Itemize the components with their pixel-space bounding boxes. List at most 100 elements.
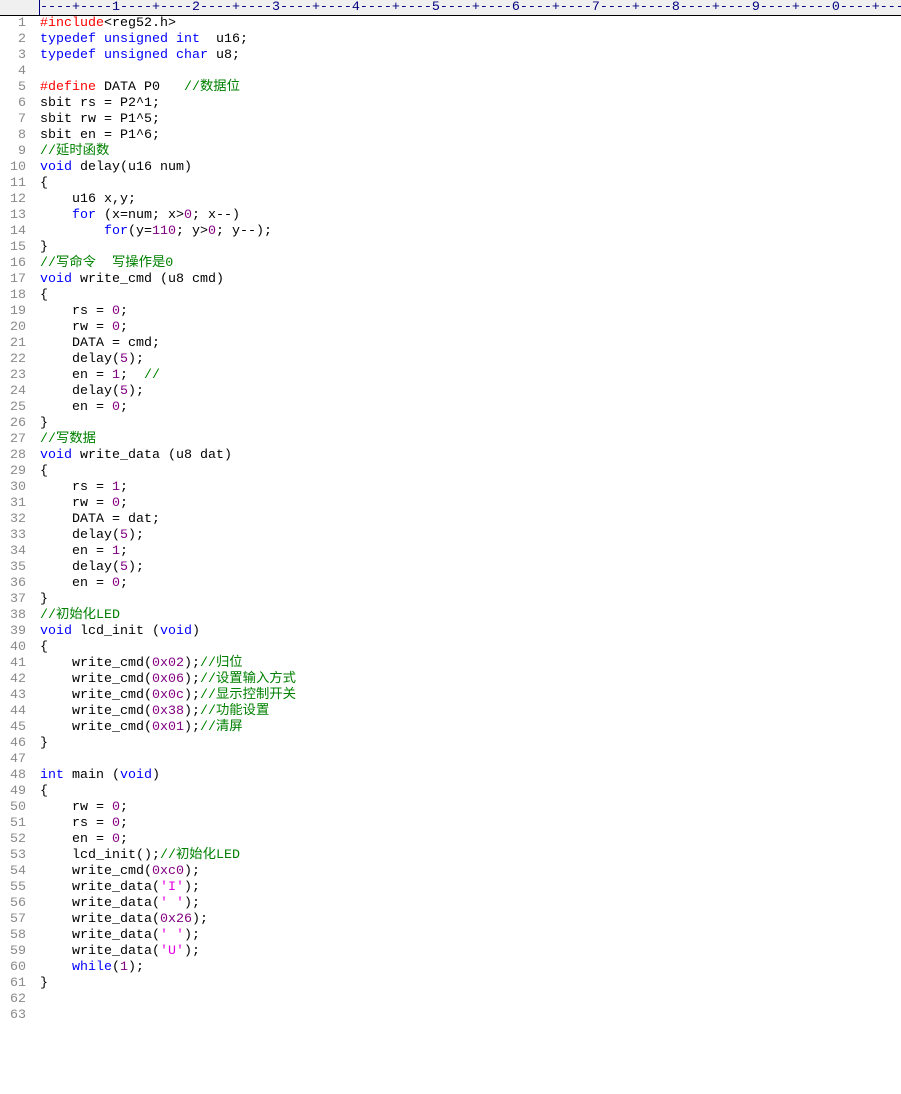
code-line[interactable]: 59 write_data('U');	[0, 944, 296, 960]
code-token: );	[183, 896, 200, 911]
code-line[interactable]: 22 delay(5);	[0, 352, 296, 368]
code-line[interactable]: 14 for(y=110; y>0; y--);	[0, 224, 296, 240]
code-line[interactable]: 28 void write_data (u8 dat)	[0, 448, 296, 464]
code-line[interactable]: 10 void delay(u16 num)	[0, 160, 296, 176]
line-number: 63	[10, 1008, 26, 1023]
line-number: 2	[18, 32, 26, 47]
code-line[interactable]: 29 {	[0, 464, 296, 480]
line-number: 40	[10, 640, 26, 655]
code-line[interactable]: 33 delay(5);	[0, 528, 296, 544]
code-line[interactable]: 19 rs = 0;	[0, 304, 296, 320]
code-line[interactable]: 39 void lcd_init (void)	[0, 624, 296, 640]
code-line[interactable]: 47	[0, 752, 296, 768]
code-token: write_cmd(	[40, 688, 152, 703]
code-line[interactable]: 2 typedef unsigned int u16;	[0, 32, 296, 48]
code-token: write_cmd(	[40, 864, 152, 879]
code-token: );	[127, 560, 144, 575]
code-line[interactable]: 12 u16 x,y;	[0, 192, 296, 208]
code-line[interactable]: 62	[0, 992, 296, 1008]
code-line[interactable]: 42 write_cmd(0x06);//设置输入方式	[0, 672, 296, 688]
code-line[interactable]: 45 write_cmd(0x01);//清屏	[0, 720, 296, 736]
code-line[interactable]: 21 DATA = cmd;	[0, 336, 296, 352]
code-token: #include	[40, 16, 104, 31]
code-line[interactable]: 25 en = 0;	[0, 400, 296, 416]
code-line[interactable]: 56 write_data(' ');	[0, 896, 296, 912]
code-token: write_data(	[40, 912, 160, 927]
line-number: 46	[10, 736, 26, 751]
line-number: 29	[10, 464, 26, 479]
code-token: //初始化LED	[40, 608, 120, 623]
code-line[interactable]: 46}	[0, 736, 296, 752]
code-line[interactable]: 34 en = 1;	[0, 544, 296, 560]
code-line[interactable]: 49 {	[0, 784, 296, 800]
code-token: write_data(	[40, 944, 160, 959]
code-line[interactable]: 44 write_cmd(0x38);//功能设置	[0, 704, 296, 720]
code-line[interactable]: 26}	[0, 416, 296, 432]
code-line[interactable]: 17 void write_cmd (u8 cmd)	[0, 272, 296, 288]
code-token: //	[143, 368, 160, 383]
code-token: //功能设置	[199, 704, 270, 719]
line-number: 24	[10, 384, 26, 399]
line-number: 59	[10, 944, 26, 959]
code-line[interactable]: 57 write_data(0x26);	[0, 912, 296, 928]
line-number: 51	[10, 816, 26, 831]
code-line[interactable]: 58 write_data(' ');	[0, 928, 296, 944]
code-line[interactable]: 53 lcd_init();//初始化LED	[0, 848, 296, 864]
code-line[interactable]: 11 {	[0, 176, 296, 192]
code-line[interactable]: 52 en = 0;	[0, 832, 296, 848]
code-token: ;	[119, 800, 128, 815]
code-line[interactable]: 48 int main (void)	[0, 768, 296, 784]
code-line[interactable]: 3 typedef unsigned char u8;	[0, 48, 296, 64]
code-token: );	[183, 880, 200, 895]
code-token: en =	[40, 544, 112, 559]
line-number: 33	[10, 528, 26, 543]
code-line[interactable]: 9 //延时函数	[0, 144, 296, 160]
code-line[interactable]: 8 sbit en = P1^6;	[0, 128, 296, 144]
code-token: {	[40, 176, 48, 191]
code-line[interactable]: 61}	[0, 976, 296, 992]
code-token: unsigned	[104, 48, 168, 63]
code-line[interactable]: 23 en = 1; //	[0, 368, 296, 384]
code-line[interactable]: 51 rs = 0;	[0, 816, 296, 832]
code-line[interactable]: 54 write_cmd(0xc0);	[0, 864, 296, 880]
code-line[interactable]: 32 DATA = dat;	[0, 512, 296, 528]
line-number: 23	[10, 368, 26, 383]
code-line[interactable]: 16 //写命令 写操作是0	[0, 256, 296, 272]
code-token: unsigned	[104, 32, 168, 47]
line-number: 25	[10, 400, 26, 415]
code-token: )	[191, 624, 200, 639]
code-line[interactable]: 24 delay(5);	[0, 384, 296, 400]
code-line[interactable]: 40 {	[0, 640, 296, 656]
code-line[interactable]: 35 delay(5);	[0, 560, 296, 576]
code-token: 0x06	[151, 672, 184, 687]
code-line[interactable]: 27 //写数据	[0, 432, 296, 448]
code-token: {	[40, 784, 48, 799]
code-line[interactable]: 7 sbit rw = P1^5;	[0, 112, 296, 128]
code-line[interactable]: 20 rw = 0;	[0, 320, 296, 336]
code-token: );	[183, 944, 200, 959]
code-line[interactable]: 15}	[0, 240, 296, 256]
code-token: ;	[119, 304, 128, 319]
line-number: 58	[10, 928, 26, 943]
code-line[interactable]: 13 for (x=num; x>0; x--)	[0, 208, 296, 224]
code-line[interactable]: 60 while(1);	[0, 960, 296, 976]
code-line[interactable]: 18 {	[0, 288, 296, 304]
code-line[interactable]: 5 #define DATA P0 //数据位	[0, 80, 296, 96]
code-line[interactable]: 38 //初始化LED	[0, 608, 296, 624]
code-line[interactable]: 31 rw = 0;	[0, 496, 296, 512]
code-line[interactable]: 41 write_cmd(0x02);//归位	[0, 656, 296, 672]
code-line[interactable]: 37}	[0, 592, 296, 608]
code-editor[interactable]: 1 #include<reg52.h> 2 typedef unsigned int …	[0, 16, 296, 1024]
code-line[interactable]: 63	[0, 1008, 296, 1024]
code-token: write_cmd(	[40, 672, 152, 687]
code-line[interactable]: 30 rs = 1;	[0, 480, 296, 496]
code-line[interactable]: 4	[0, 64, 296, 80]
code-line[interactable]: 1 #include<reg52.h>	[0, 16, 296, 32]
code-line[interactable]: 6 sbit rs = P2^1;	[0, 96, 296, 112]
code-line[interactable]: 36 en = 0;	[0, 576, 296, 592]
code-token: }	[40, 592, 48, 607]
code-line[interactable]: 55 write_data('I');	[0, 880, 296, 896]
code-line[interactable]: 50 rw = 0;	[0, 800, 296, 816]
code-token: write_cmd (u8 cmd)	[72, 272, 224, 287]
code-line[interactable]: 43 write_cmd(0x0c);//显示控制开关	[0, 688, 296, 704]
